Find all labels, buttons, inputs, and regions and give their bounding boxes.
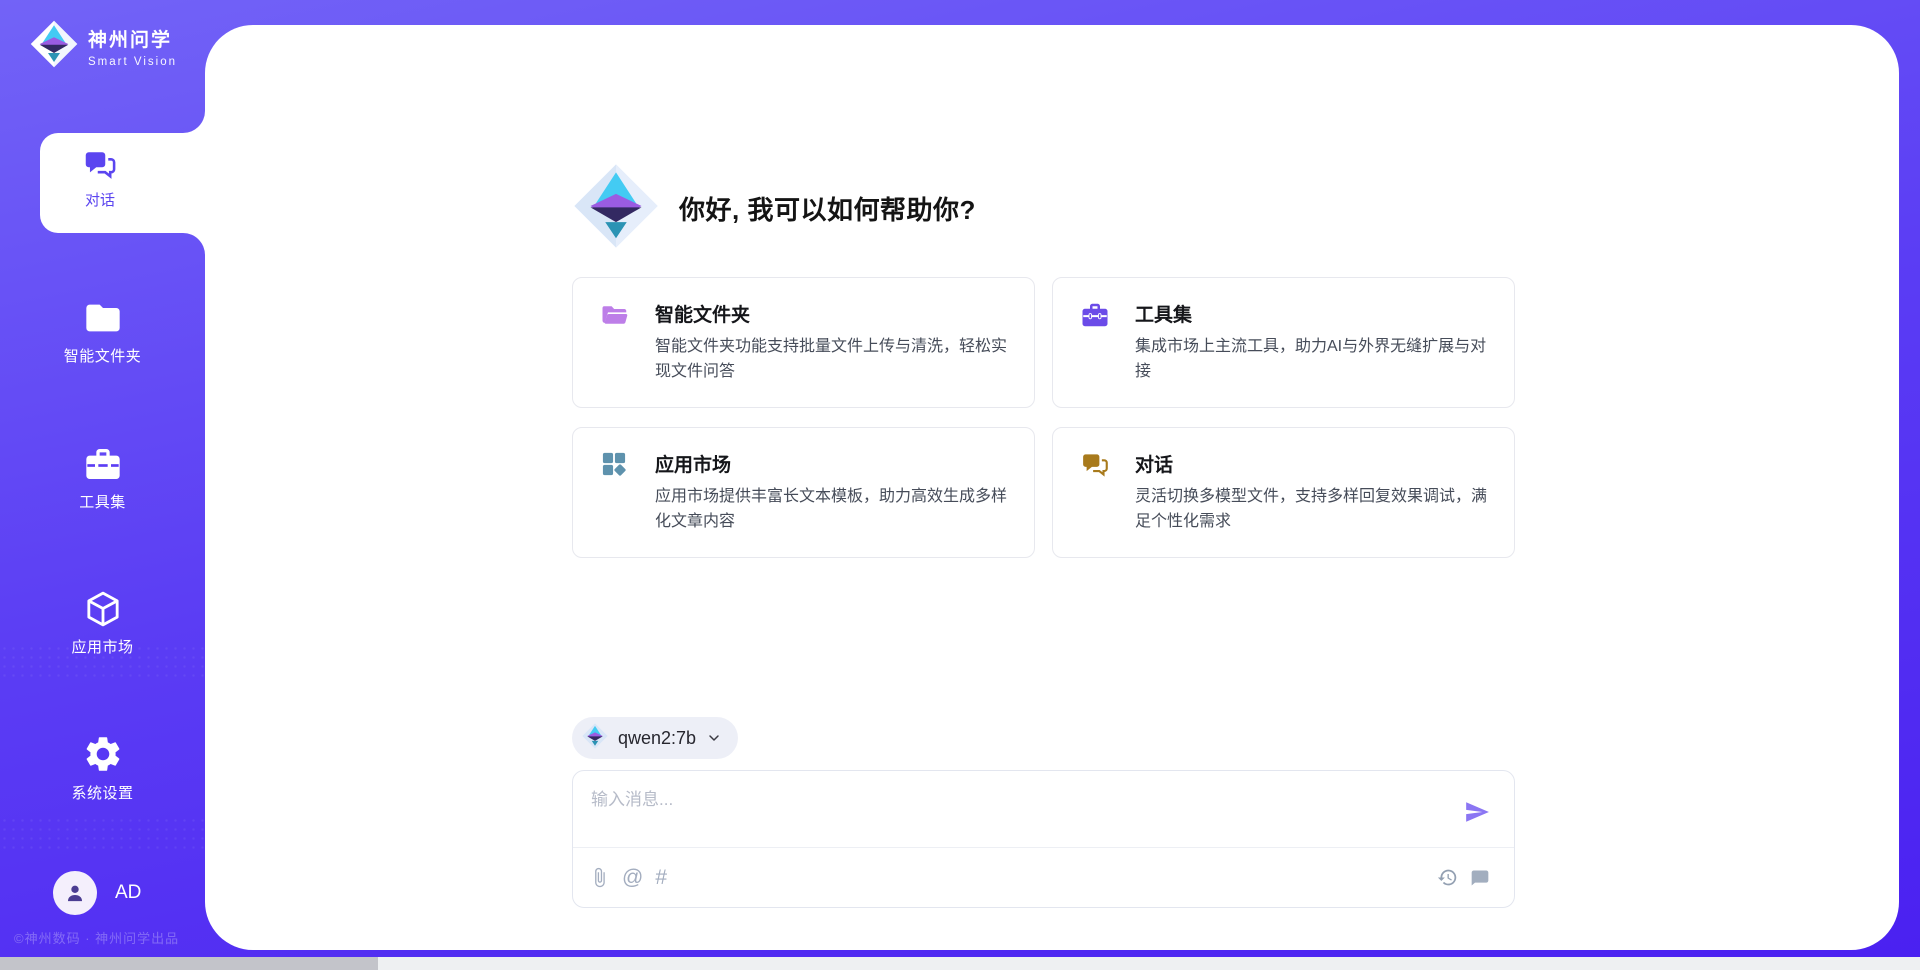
feature-cards: 智能文件夹 智能文件夹功能支持批量文件上传与清洗，轻松实现文件问答 工具集 集成…: [572, 277, 1515, 558]
message-bubble-icon[interactable]: [1470, 868, 1490, 888]
sidebar-item-chat[interactable]: 对话: [40, 133, 205, 233]
copyright: ©神州数码 · 神州问学出品: [14, 928, 179, 947]
greeting-text: 你好, 我可以如何帮助你?: [679, 190, 976, 227]
app-window: 神州问学 Smart Vision 对话 智能文件夹: [0, 0, 1920, 970]
composer-toolbar: @ #: [573, 848, 1514, 907]
avatar: [53, 871, 97, 915]
toolbox-icon: [1080, 300, 1110, 335]
user-name: AD: [115, 882, 141, 904]
card-title: 智能文件夹: [655, 300, 750, 327]
card-title: 对话: [1135, 450, 1173, 477]
sidebar-item-settings[interactable]: 系统设置: [0, 733, 205, 803]
sidebar-item-label: 智能文件夹: [64, 345, 142, 366]
app-subtitle: Smart Vision: [88, 56, 177, 68]
chat-bubbles-icon: [82, 147, 118, 183]
card-desc: 智能文件夹功能支持批量文件上传与清洗，轻松实现文件问答: [655, 334, 1007, 384]
card-app-market[interactable]: 应用市场 应用市场提供丰富长文本模板，助力高效生成多样化文章内容: [572, 427, 1035, 558]
chat-bubbles-icon: [1080, 450, 1110, 485]
card-chat[interactable]: 对话 灵活切换多模型文件，支持多样回复效果调试，满足个性化需求: [1052, 427, 1515, 558]
sidebar-item-app-market[interactable]: 应用市场: [0, 589, 205, 657]
gem-logo-icon: [582, 723, 608, 754]
sidebar-item-smart-folder[interactable]: 智能文件夹: [0, 298, 205, 366]
main-panel: 你好, 我可以如何帮助你? 智能文件夹 智能文件夹功能支持批量文件上传与清洗，轻…: [205, 25, 1899, 950]
sidebar-item-label: 对话: [85, 189, 115, 210]
brand-gem-icon: [30, 20, 78, 73]
send-icon: [1464, 799, 1490, 825]
toolbox-icon: [83, 444, 123, 484]
sidebar-item-label: 应用市场: [71, 636, 133, 657]
gem-logo-icon: [573, 163, 659, 254]
attachment-icon[interactable]: [589, 867, 610, 888]
history-icon[interactable]: [1437, 867, 1458, 888]
app-grid-icon: [600, 450, 628, 483]
send-button[interactable]: [1464, 799, 1490, 825]
chevron-down-icon: [706, 730, 722, 746]
sidebar-item-label: 工具集: [79, 491, 126, 512]
horizontal-scrollbar[interactable]: [0, 957, 1920, 970]
folder-open-icon: [600, 300, 630, 335]
person-icon: [62, 880, 88, 906]
brand: 神州问学 Smart Vision: [30, 20, 177, 73]
scrollbar-thumb[interactable]: [0, 957, 378, 970]
card-desc: 集成市场上主流工具，助力AI与外界无缝扩展与对接: [1135, 334, 1487, 384]
cube-icon: [83, 589, 123, 629]
model-selector[interactable]: qwen2:7b: [572, 717, 738, 759]
gear-icon: [82, 733, 124, 775]
brand-text: 神州问学 Smart Vision: [88, 25, 177, 68]
card-desc: 灵活切换多模型文件，支持多样回复效果调试，满足个性化需求: [1135, 484, 1487, 534]
sidebar-item-toolset[interactable]: 工具集: [0, 444, 205, 512]
card-smart-folder[interactable]: 智能文件夹 智能文件夹功能支持批量文件上传与清洗，轻松实现文件问答: [572, 277, 1035, 408]
sidebar-item-label: 系统设置: [71, 782, 133, 803]
tab-corner-fillet: [183, 111, 205, 133]
card-toolset[interactable]: 工具集 集成市场上主流工具，助力AI与外界无缝扩展与对接: [1052, 277, 1515, 408]
welcome-header: 你好, 我可以如何帮助你?: [573, 163, 976, 254]
sidebar: 神州问学 Smart Vision 对话 智能文件夹: [0, 0, 205, 970]
card-desc: 应用市场提供丰富长文本模板，助力高效生成多样化文章内容: [655, 484, 1007, 534]
message-composer: @ #: [572, 770, 1515, 908]
user-chip[interactable]: AD: [53, 871, 141, 915]
hashtag-icon[interactable]: #: [655, 867, 667, 888]
card-title: 应用市场: [655, 450, 731, 477]
app-title: 神州问学: [88, 25, 177, 52]
sidebar-dot-texture: [0, 816, 205, 850]
sidebar-item-chat-content: 对话: [40, 133, 160, 233]
mention-icon[interactable]: @: [622, 867, 643, 888]
model-name: qwen2:7b: [618, 728, 696, 749]
message-input[interactable]: [591, 785, 1451, 837]
tab-corner-fillet: [183, 233, 205, 255]
folder-icon: [83, 298, 123, 338]
card-title: 工具集: [1135, 300, 1192, 327]
